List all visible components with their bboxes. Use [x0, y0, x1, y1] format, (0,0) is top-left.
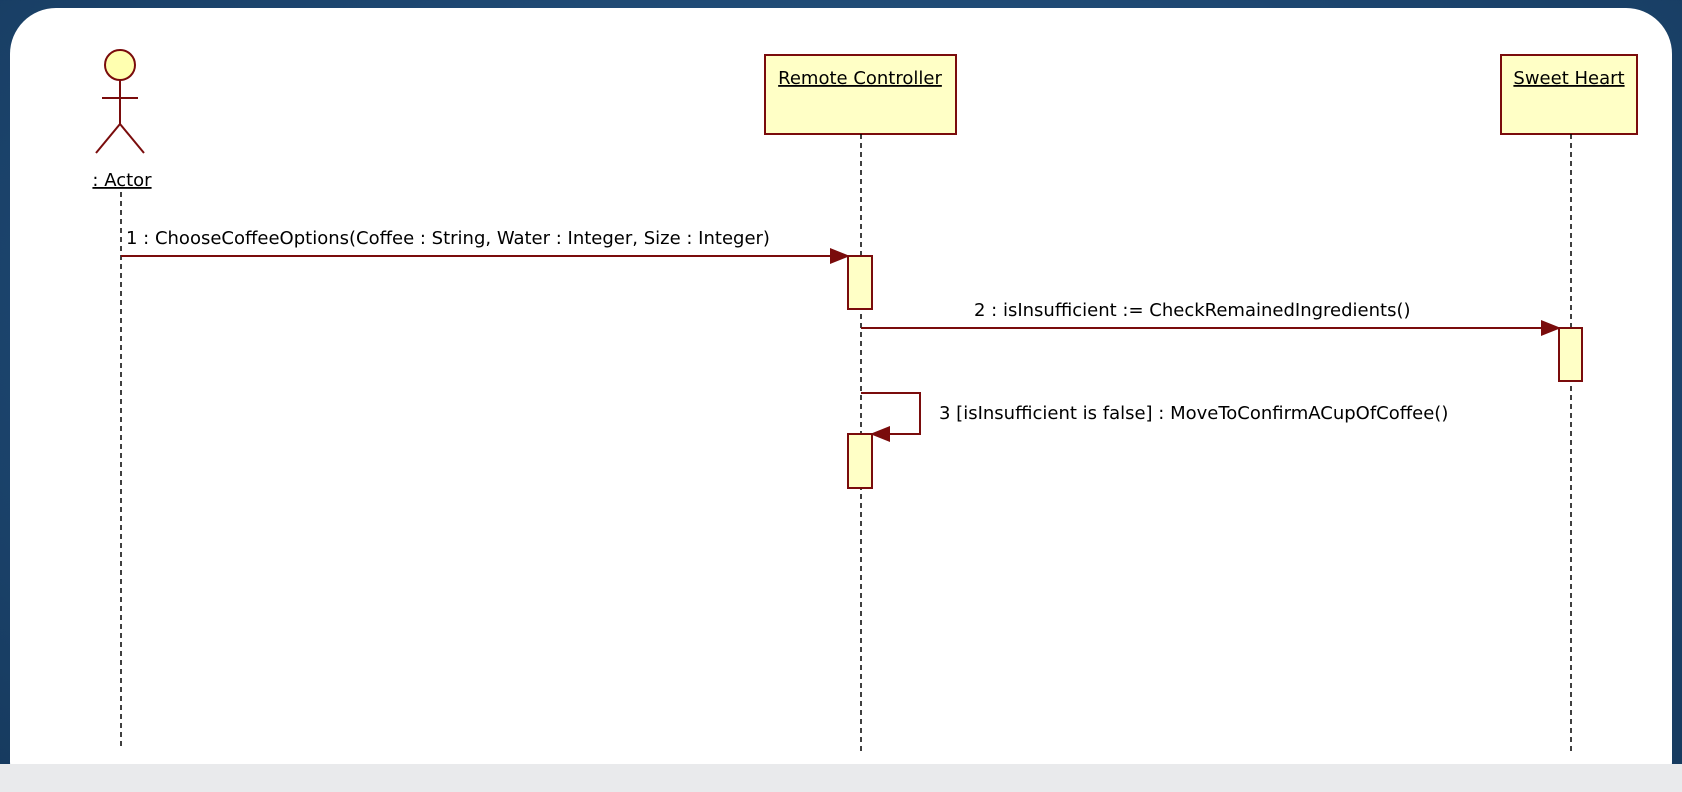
sweet-heart-box [1500, 54, 1638, 135]
activation-bar-remote-1 [847, 255, 873, 310]
sequence-diagram: : Actor Remote Controller Sweet Heart 1 … [92, 49, 1638, 752]
sweet-heart-lifeline: Sweet Heart [1500, 54, 1638, 752]
message-2-label: 2 : isInsufficient := CheckRemainedIngre… [974, 300, 1411, 321]
message-1: 1 : ChooseCoffeeOptions(Coffee : String,… [121, 228, 850, 264]
sweet-heart-label: Sweet Heart [1513, 68, 1624, 89]
message-3: 3 [isInsufficient is false] : MoveToConf… [861, 392, 1448, 442]
message-3-label: 3 [isInsufficient is false] : MoveToConf… [939, 403, 1448, 424]
remote-controller-box [764, 54, 957, 135]
message-1-label: 1 : ChooseCoffeeOptions(Coffee : String,… [126, 228, 770, 249]
actor-lifeline: : Actor [92, 49, 152, 748]
activation-bar-sweet-heart [1558, 327, 1583, 382]
actor-label: : Actor [92, 170, 152, 191]
message-2: 2 : isInsufficient := CheckRemainedIngre… [861, 300, 1561, 336]
actor-head-icon [104, 49, 136, 81]
message-3-arrow [861, 392, 921, 442]
activation-bar-remote-2 [847, 433, 873, 489]
remote-controller-lifeline: Remote Controller [764, 54, 957, 752]
remote-controller-label: Remote Controller [778, 68, 942, 89]
